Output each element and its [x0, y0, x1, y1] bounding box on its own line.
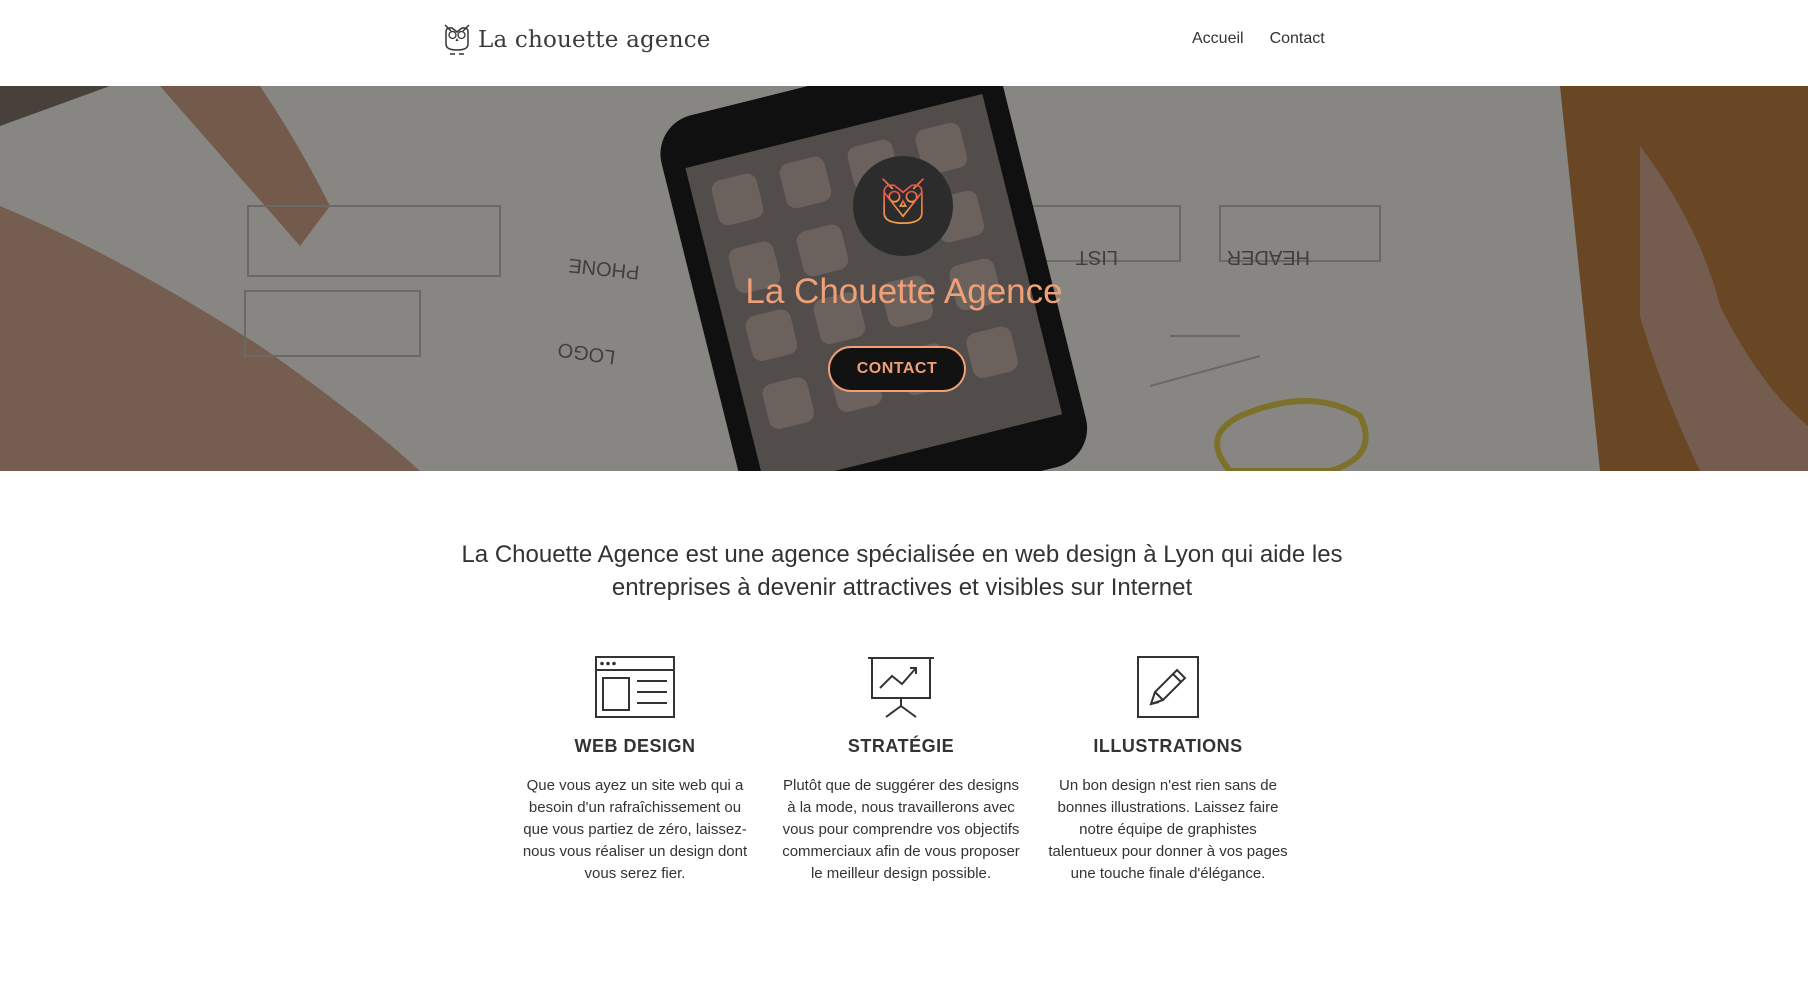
service-description: Plutôt que de suggérer des designs à la …	[782, 777, 1020, 882]
navbar: La chouette agence Accueil Contact	[0, 0, 1808, 86]
service-title: ILLUSTRATIONS	[1093, 736, 1243, 756]
brand-link[interactable]: La chouette agence	[442, 22, 711, 58]
service-strategie: STRATÉGIE Plutôt que de suggérer des des…	[781, 656, 1021, 885]
nav-link-accueil[interactable]: Accueil	[1192, 30, 1244, 48]
brand-name: La chouette agence	[478, 27, 711, 53]
intro-text: La Chouette Agence est une agence spécia…	[461, 541, 1343, 601]
main-nav: Accueil Contact	[1192, 30, 1325, 48]
service-web-design: WEB DESIGN Que vous ayez un site web qui…	[515, 656, 755, 885]
presentation-chart-icon	[868, 657, 934, 718]
contact-button[interactable]: CONTACT	[828, 346, 966, 392]
owl-logo-icon	[881, 177, 925, 231]
service-illustrations: ILLUSTRATIONS Un bon design n'est rien s…	[1048, 656, 1288, 885]
owl-logo-icon	[444, 24, 470, 55]
hero-title: La Chouette Agence	[745, 272, 1063, 311]
hero-banner: PHONE LIST HEADER LOGO La Chouette Agenc…	[0, 86, 1808, 471]
browser-window-icon	[595, 656, 675, 718]
pencil-edit-icon	[1137, 656, 1199, 718]
service-title: STRATÉGIE	[847, 736, 955, 756]
service-title: WEB DESIGN	[574, 736, 696, 756]
service-description: Un bon design n'est rien sans de bonnes …	[1048, 777, 1288, 882]
nav-link-contact[interactable]: Contact	[1270, 30, 1325, 48]
service-description: Que vous ayez un site web qui a besoin d…	[522, 777, 748, 882]
hero-logo-badge	[853, 156, 953, 256]
